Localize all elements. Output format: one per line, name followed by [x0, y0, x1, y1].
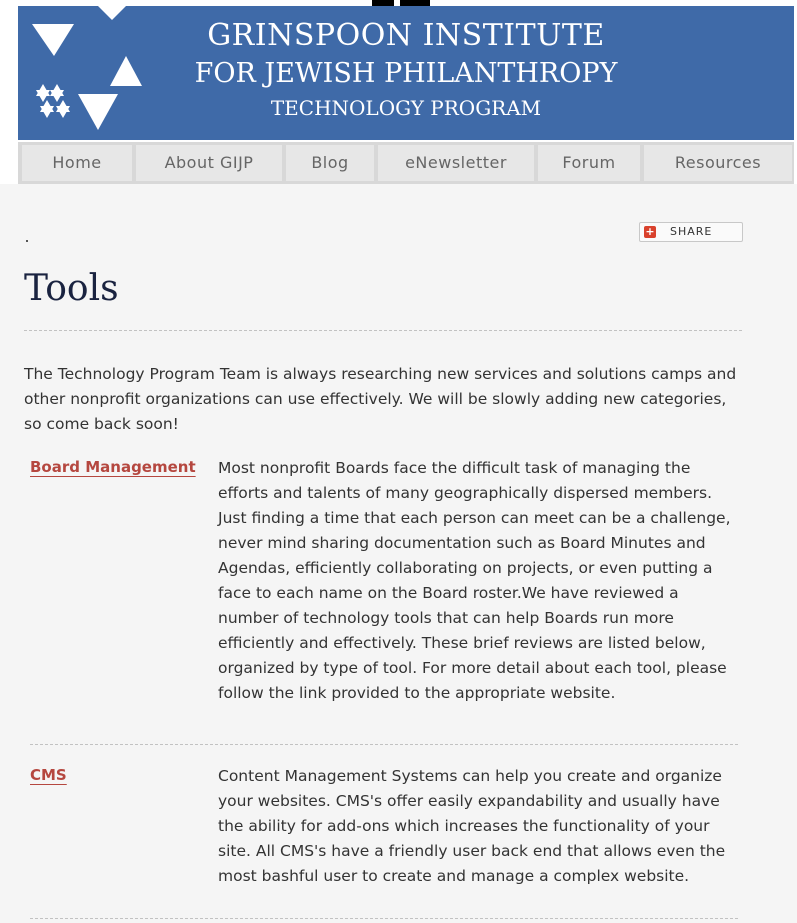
- nav-item-about-gijp[interactable]: About GIJP: [136, 145, 282, 181]
- nav-item-forum[interactable]: Forum: [538, 145, 640, 181]
- main-content: + SHARE Tools The Technology Program Tea…: [0, 184, 797, 923]
- intro-paragraph: The Technology Program Team is always re…: [24, 365, 737, 433]
- header-title-line1: GRINSPOON INSTITUTE: [207, 18, 605, 53]
- nav-item-resources[interactable]: Resources: [644, 145, 792, 181]
- share-label: SHARE: [670, 225, 713, 238]
- nav-item-blog[interactable]: Blog: [286, 145, 374, 181]
- tool-divider: [30, 744, 738, 745]
- header-title-line2: FOR JEWISH PHILANTHROPY: [194, 58, 618, 89]
- nav-item-home[interactable]: Home: [22, 145, 132, 181]
- share-button[interactable]: + SHARE: [639, 222, 743, 242]
- site-header-banner[interactable]: GRINSPOON INSTITUTE FOR JEWISH PHILANTHR…: [18, 6, 794, 140]
- main-nav: Home About GIJP Blog eNewsletter Forum R…: [18, 142, 794, 184]
- tool-link-board-management[interactable]: Board Management: [30, 458, 196, 476]
- stray-dot: [26, 240, 28, 242]
- tool-divider: [30, 918, 738, 919]
- tool-description-board-management: Most nonprofit Boards face the difficult…: [218, 459, 731, 702]
- title-divider: [24, 330, 742, 331]
- header-title-line3: TECHNOLOGY PROGRAM: [270, 96, 542, 120]
- page-title: Tools: [24, 268, 119, 309]
- tool-description-cms: Content Management Systems can help you …: [218, 767, 726, 885]
- nav-item-enewsletter[interactable]: eNewsletter: [378, 145, 534, 181]
- plus-icon: +: [644, 225, 656, 238]
- tool-link-cms[interactable]: CMS: [30, 766, 67, 784]
- page: GRINSPOON INSTITUTE FOR JEWISH PHILANTHR…: [0, 0, 797, 923]
